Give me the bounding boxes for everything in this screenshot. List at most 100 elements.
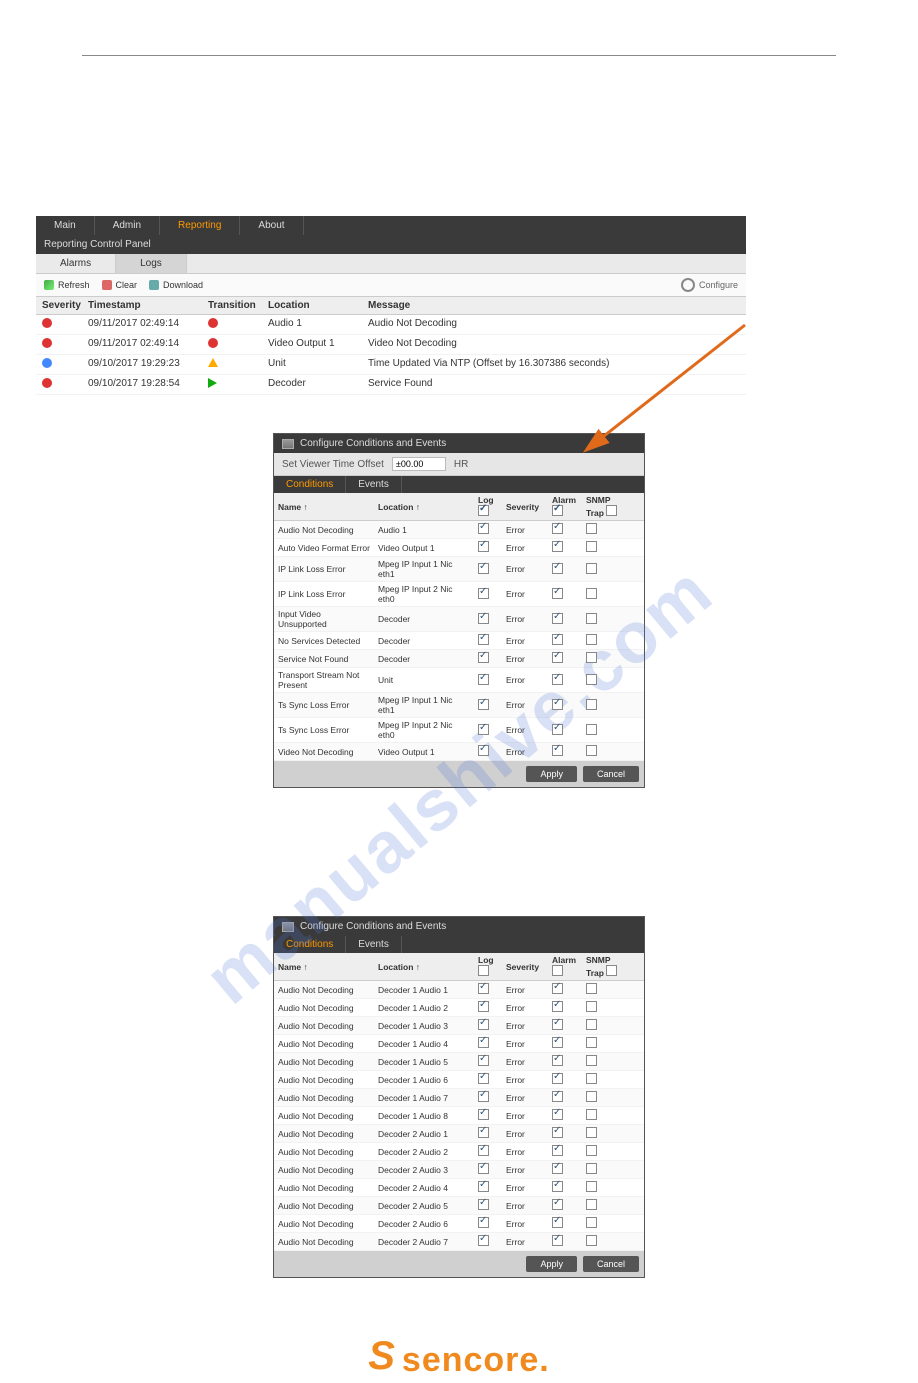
checkbox[interactable]: [586, 983, 597, 994]
col-name[interactable]: Name ↑: [274, 500, 374, 514]
checkbox[interactable]: [552, 1163, 563, 1174]
subtab-alarms[interactable]: Alarms: [36, 254, 116, 273]
tab-admin[interactable]: Admin: [95, 216, 160, 235]
checkbox[interactable]: [586, 1019, 597, 1030]
checkbox[interactable]: [586, 674, 597, 685]
dialog-tab-conditions[interactable]: Conditions: [274, 936, 346, 953]
condition-row[interactable]: Audio Not DecodingDecoder 1 Audio 3Error: [274, 1017, 644, 1035]
condition-row[interactable]: No Services DetectedDecoderError: [274, 632, 644, 650]
checkbox[interactable]: [552, 1001, 563, 1012]
condition-row[interactable]: Audio Not DecodingDecoder 1 Audio 7Error: [274, 1089, 644, 1107]
dialog-tab-events[interactable]: Events: [346, 936, 402, 953]
checkbox[interactable]: [478, 983, 489, 994]
download-button[interactable]: Download: [149, 280, 203, 290]
apply-button[interactable]: Apply: [526, 766, 577, 782]
checkbox[interactable]: [586, 1001, 597, 1012]
clear-button[interactable]: Clear: [102, 280, 138, 290]
checkbox[interactable]: [478, 724, 489, 735]
checkbox[interactable]: [478, 613, 489, 624]
checkbox[interactable]: [478, 588, 489, 599]
checkbox[interactable]: [478, 1127, 489, 1138]
checkbox[interactable]: [552, 1127, 563, 1138]
condition-row[interactable]: Audio Not DecodingDecoder 1 Audio 1Error: [274, 981, 644, 999]
checkbox[interactable]: [478, 1037, 489, 1048]
checkbox[interactable]: [586, 563, 597, 574]
col-log[interactable]: Log: [474, 953, 502, 980]
log-row[interactable]: 09/11/2017 02:49:14Audio 1Audio Not Deco…: [36, 315, 746, 335]
subtab-logs[interactable]: Logs: [116, 254, 187, 273]
checkbox[interactable]: [586, 613, 597, 624]
condition-row[interactable]: Ts Sync Loss ErrorMpeg IP Input 1 Nic et…: [274, 693, 644, 718]
offset-input[interactable]: [392, 457, 446, 471]
checkbox[interactable]: [478, 652, 489, 663]
checkbox[interactable]: [552, 983, 563, 994]
col-name[interactable]: Name ↑: [274, 960, 374, 974]
checkbox[interactable]: [478, 674, 489, 685]
checkbox[interactable]: [586, 1163, 597, 1174]
checkbox[interactable]: [552, 965, 563, 976]
checkbox[interactable]: [552, 1217, 563, 1228]
checkbox[interactable]: [586, 745, 597, 756]
checkbox[interactable]: [478, 1073, 489, 1084]
cancel-button[interactable]: Cancel: [583, 766, 639, 782]
log-header-cell[interactable]: Message: [362, 297, 746, 314]
checkbox[interactable]: [586, 699, 597, 710]
checkbox[interactable]: [552, 1199, 563, 1210]
condition-row[interactable]: Video Not DecodingVideo Output 1Error: [274, 743, 644, 761]
condition-row[interactable]: Audio Not DecodingDecoder 1 Audio 8Error: [274, 1107, 644, 1125]
checkbox[interactable]: [586, 1181, 597, 1192]
col-location[interactable]: Location ↑: [374, 500, 474, 514]
checkbox[interactable]: [478, 1217, 489, 1228]
condition-row[interactable]: Audio Not DecodingDecoder 2 Audio 6Error: [274, 1215, 644, 1233]
condition-row[interactable]: Audio Not DecodingDecoder 2 Audio 3Error: [274, 1161, 644, 1179]
condition-row[interactable]: Audio Not DecodingDecoder 1 Audio 5Error: [274, 1053, 644, 1071]
checkbox[interactable]: [586, 523, 597, 534]
log-header-cell[interactable]: Timestamp: [82, 297, 202, 314]
checkbox[interactable]: [478, 523, 489, 534]
cancel-button[interactable]: Cancel: [583, 1256, 639, 1272]
col-alarm[interactable]: Alarm: [548, 953, 582, 980]
checkbox[interactable]: [478, 634, 489, 645]
condition-row[interactable]: Transport Stream Not PresentUnitError: [274, 668, 644, 693]
checkbox[interactable]: [552, 1109, 563, 1120]
checkbox[interactable]: [586, 1127, 597, 1138]
checkbox[interactable]: [586, 652, 597, 663]
log-row[interactable]: 09/10/2017 19:29:23UnitTime Updated Via …: [36, 355, 746, 375]
checkbox[interactable]: [478, 1055, 489, 1066]
col-severity[interactable]: Severity: [502, 960, 548, 974]
checkbox[interactable]: [478, 745, 489, 756]
checkbox[interactable]: [552, 652, 563, 663]
condition-row[interactable]: Audio Not DecodingDecoder 2 Audio 4Error: [274, 1179, 644, 1197]
checkbox[interactable]: [552, 674, 563, 685]
checkbox[interactable]: [552, 613, 563, 624]
condition-row[interactable]: Service Not FoundDecoderError: [274, 650, 644, 668]
tab-about[interactable]: About: [240, 216, 303, 235]
log-header-cell[interactable]: Severity: [36, 297, 82, 314]
condition-row[interactable]: Audio Not DecodingDecoder 1 Audio 4Error: [274, 1035, 644, 1053]
log-row[interactable]: 09/10/2017 19:28:54DecoderService Found: [36, 375, 746, 395]
col-severity[interactable]: Severity: [502, 500, 548, 514]
checkbox[interactable]: [478, 541, 489, 552]
checkbox[interactable]: [586, 1055, 597, 1066]
log-row[interactable]: 09/11/2017 02:49:14Video Output 1Video N…: [36, 335, 746, 355]
tab-reporting[interactable]: Reporting: [160, 216, 240, 235]
checkbox[interactable]: [586, 541, 597, 552]
checkbox[interactable]: [478, 1091, 489, 1102]
log-header-cell[interactable]: Location: [262, 297, 362, 314]
checkbox[interactable]: [586, 724, 597, 735]
checkbox[interactable]: [552, 745, 563, 756]
condition-row[interactable]: Audio Not DecodingDecoder 2 Audio 1Error: [274, 1125, 644, 1143]
checkbox[interactable]: [552, 505, 563, 516]
condition-row[interactable]: Input Video UnsupportedDecoderError: [274, 607, 644, 632]
condition-row[interactable]: Audio Not DecodingAudio 1Error: [274, 521, 644, 539]
checkbox[interactable]: [586, 634, 597, 645]
condition-row[interactable]: Audio Not DecodingDecoder 2 Audio 2Error: [274, 1143, 644, 1161]
condition-row[interactable]: IP Link Loss ErrorMpeg IP Input 2 Nic et…: [274, 582, 644, 607]
condition-row[interactable]: Audio Not DecodingDecoder 1 Audio 6Error: [274, 1071, 644, 1089]
checkbox[interactable]: [586, 1145, 597, 1156]
col-location[interactable]: Location ↑: [374, 960, 474, 974]
checkbox[interactable]: [552, 588, 563, 599]
col-trap[interactable]: SNMP Trap: [582, 953, 634, 980]
checkbox[interactable]: [478, 1235, 489, 1246]
checkbox[interactable]: [478, 1001, 489, 1012]
